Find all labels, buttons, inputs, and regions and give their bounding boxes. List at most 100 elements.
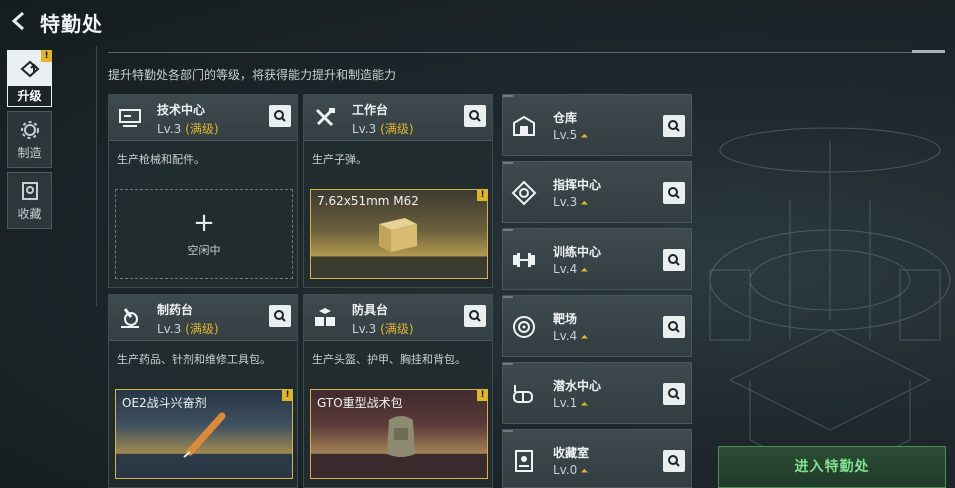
card-header: 工作台 Lv.3 (满级)	[304, 95, 492, 141]
department-row-command-center[interactable]: 指挥中心 Lv.3 ⏶	[502, 161, 692, 223]
search-icon	[668, 455, 680, 467]
department-row-diving-center[interactable]: 潜水中心 Lv.1 ⏶	[502, 362, 692, 424]
department-row-collection-room[interactable]: 收藏室 Lv.0 ⏶	[502, 429, 692, 488]
department-row-training-center[interactable]: 训练中心 Lv.4 ⏶	[502, 228, 692, 290]
corner-tick	[503, 296, 513, 298]
production-slot-item[interactable]: OE2战斗兴奋剂 !	[115, 389, 293, 479]
card-header: 制药台 Lv.3 (满级)	[109, 295, 297, 341]
department-level: Lv.5 ⏶	[553, 128, 589, 142]
upgrade-available-icon: ⏶	[580, 332, 589, 343]
plus-icon: +	[193, 208, 215, 238]
diving-mask-icon	[513, 385, 533, 403]
enter-special-ops-button[interactable]: 进入特勤处	[718, 446, 946, 488]
department-name: 防具台	[352, 303, 389, 317]
notification-badge: !	[282, 390, 292, 401]
divider	[108, 52, 943, 53]
nav-tab-label: 收藏	[17, 207, 42, 221]
department-card-tech-center[interactable]: 技术中心 Lv.3 (满级) 生产枪械和配件。 + 空闲中	[108, 94, 298, 288]
nav-tab-craft[interactable]: 制造	[7, 111, 52, 168]
department-description: 生产头盔、护甲、胸挂和背包。	[312, 353, 466, 366]
magnifier-button[interactable]	[269, 105, 291, 127]
corner-tick	[503, 363, 513, 365]
magnifier-button[interactable]	[663, 115, 685, 137]
magnifier-button[interactable]	[464, 305, 486, 327]
department-name: 技术中心	[157, 103, 206, 117]
department-name: 工作台	[352, 103, 389, 117]
notification-badge: !	[41, 50, 52, 62]
department-description: 生产药品、针剂和维修工具包。	[117, 353, 271, 366]
search-icon	[274, 110, 286, 122]
department-name: 仓库	[553, 111, 578, 125]
department-level: Lv.3 (满级)	[352, 122, 414, 136]
computer-icon	[119, 109, 141, 127]
syringe-icon	[183, 412, 226, 458]
item-name: OE2战斗兴奋剂	[122, 396, 207, 410]
item-name: GTO重型战术包	[317, 396, 403, 410]
card-header: 防具台 Lv.3 (满级)	[304, 295, 492, 341]
slot-status: 空闲中	[187, 244, 221, 257]
search-icon	[469, 310, 481, 322]
back-arrow-icon[interactable]	[8, 10, 32, 34]
target-icon	[513, 316, 535, 338]
cubes-icon	[315, 308, 335, 326]
department-level: Lv.4 ⏶	[553, 329, 589, 343]
production-slot-item[interactable]: GTO重型战术包 !	[310, 389, 488, 479]
upgrade-available-icon: ⏶	[580, 198, 589, 209]
department-description: 生产枪械和配件。	[117, 153, 205, 166]
divider-accent	[912, 50, 945, 53]
magnifier-button[interactable]	[663, 450, 685, 472]
nav-tab-upgrade[interactable]: 升级 !	[7, 50, 52, 107]
search-icon	[274, 310, 286, 322]
department-row-warehouse[interactable]: 仓库 Lv.5 ⏶	[502, 94, 692, 156]
department-name: 靶场	[553, 312, 578, 326]
department-level: Lv.3 (满级)	[157, 122, 219, 136]
corner-tick	[503, 430, 513, 432]
upgrade-available-icon: ⏶	[580, 466, 589, 477]
search-icon	[668, 120, 680, 132]
production-slot-idle[interactable]: + 空闲中	[115, 189, 293, 279]
magnifier-button[interactable]	[663, 182, 685, 204]
nav-tab-collection[interactable]: 收藏	[7, 172, 52, 229]
ammo-box-icon	[379, 218, 417, 252]
department-level: Lv.3 (满级)	[352, 322, 414, 336]
department-name: 指挥中心	[553, 178, 602, 192]
card-header: 技术中心 Lv.3 (满级)	[109, 95, 297, 141]
search-icon	[668, 254, 680, 266]
department-card-workbench[interactable]: 工作台 Lv.3 (满级) 生产子弹。 7.62x51mm M62 !	[303, 94, 493, 288]
corner-tick	[503, 162, 513, 164]
page-title: 特勤处	[40, 12, 103, 36]
department-level: Lv.4 ⏶	[553, 262, 589, 276]
collection-room-icon	[515, 450, 533, 472]
search-icon	[668, 187, 680, 199]
department-row-shooting-range[interactable]: 靶场 Lv.4 ⏶	[502, 295, 692, 357]
department-card-armor[interactable]: 防具台 Lv.3 (满级) 生产头盔、护甲、胸挂和背包。 GTO重型战术包 !	[303, 294, 493, 488]
upgrade-available-icon: ⏶	[580, 265, 589, 276]
upgrade-available-icon: ⏶	[580, 399, 589, 410]
magnifier-button[interactable]	[663, 316, 685, 338]
divider	[96, 46, 97, 306]
collection-icon	[21, 182, 38, 200]
department-level: Lv.1 ⏶	[553, 396, 589, 410]
department-card-pharmacy[interactable]: 制药台 Lv.3 (满级) 生产药品、针剂和维修工具包。 OE2战斗兴奋剂 !	[108, 294, 298, 488]
department-name: 制药台	[157, 303, 194, 317]
microscope-icon	[121, 308, 139, 328]
magnifier-button[interactable]	[269, 305, 291, 327]
item-name: 7.62x51mm M62	[317, 194, 419, 208]
department-level: Lv.3 (满级)	[157, 322, 219, 336]
command-center-icon	[511, 180, 537, 206]
upgrade-icon	[19, 60, 40, 78]
magnifier-button[interactable]	[663, 383, 685, 405]
department-description: 生产子弹。	[312, 153, 367, 166]
tools-icon	[315, 108, 335, 127]
page-subtitle: 提升特勤处各部门的等级，将获得能力提升和制造能力	[108, 68, 397, 82]
magnifier-button[interactable]	[663, 249, 685, 271]
magnifier-button[interactable]	[464, 105, 486, 127]
corner-tick	[503, 229, 513, 231]
gear-icon	[20, 121, 39, 139]
production-slot-item[interactable]: 7.62x51mm M62 !	[310, 189, 488, 279]
department-name: 训练中心	[553, 245, 602, 259]
background-base-illustration	[709, 127, 951, 481]
notification-badge: !	[477, 190, 487, 201]
search-icon	[668, 321, 680, 333]
department-level: Lv.0 ⏶	[553, 463, 589, 477]
